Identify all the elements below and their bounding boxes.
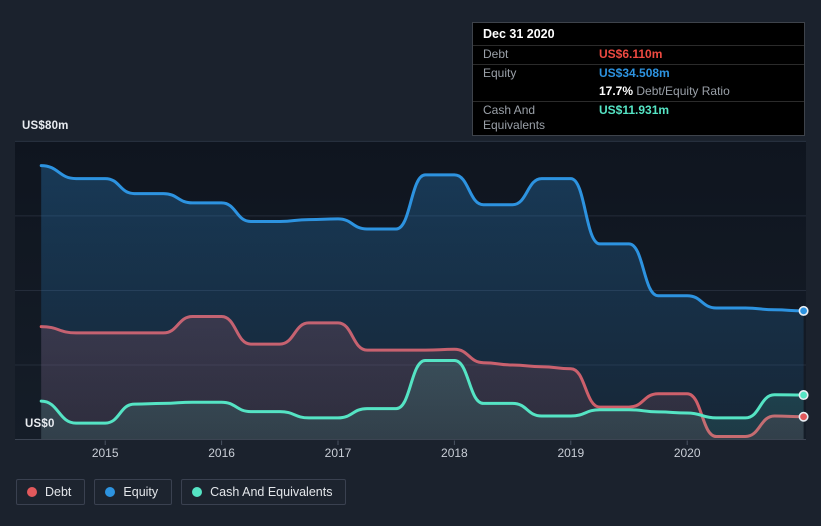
tooltip-equity-value: US$34.508m [599, 66, 670, 80]
chart-legend: Debt Equity Cash And Equivalents [16, 479, 347, 505]
tooltip-equity-label: Equity [483, 66, 517, 80]
y-axis-zero-label: US$0 [25, 418, 55, 430]
tooltip-ratio: 17.7% Debt/Equity Ratio [599, 84, 794, 99]
y-axis-top-label: US$80m [22, 120, 69, 132]
tooltip-row-equity: Equity US$34.508m [473, 65, 804, 83]
legend-item-equity[interactable]: Equity [94, 479, 173, 505]
cash-series-dot-icon [192, 487, 203, 497]
debt-series-dot-icon [27, 487, 37, 497]
tooltip-cash-label: Cash And Equivalents [483, 103, 546, 132]
debt-end-marker[interactable] [798, 411, 809, 422]
legend-item-cash[interactable]: Cash And Equivalents [181, 479, 347, 505]
tooltip-ratio-label: Debt/Equity Ratio [636, 84, 730, 98]
tooltip-row-cash: Cash And Equivalents US$11.931m [473, 102, 804, 135]
tooltip-date: Dec 31 2020 [473, 23, 804, 46]
x-axis-label-2016: 2016 [208, 446, 235, 460]
x-axis-label-2018: 2018 [441, 446, 468, 460]
x-axis-label-2020: 2020 [673, 446, 701, 460]
debt-equity-history-chart: US$80m US$0 2015 2016 2017 2018 2019 2020 Dec… [0, 0, 821, 526]
x-axis-label-2015: 2015 [91, 446, 119, 460]
x-axis-label-2017: 2017 [324, 446, 352, 460]
tooltip-row-ratio: 17.7% Debt/Equity Ratio [473, 83, 804, 102]
tooltip-debt-label: Debt [483, 47, 509, 61]
legend-item-debt[interactable]: Debt [16, 479, 86, 505]
tooltip-row-debt: Debt US$6.110m [473, 46, 804, 65]
equity-series-dot-icon [105, 487, 116, 497]
hover-tooltip: Dec 31 2020 Debt US$6.110m Equity US$34.… [472, 22, 805, 136]
legend-equity-label: Equity [123, 485, 159, 499]
legend-debt-label: Debt [45, 485, 72, 499]
cash-and-equivalents-end-marker[interactable] [798, 390, 809, 401]
tooltip-ratio-value: 17.7% [599, 84, 634, 98]
legend-cash-label: Cash And Equivalents [210, 485, 333, 499]
x-axis-label-2019: 2019 [557, 446, 585, 460]
tooltip-debt-value: US$6.110m [599, 47, 663, 61]
tooltip-cash-value: US$11.931m [599, 103, 670, 117]
equity-end-marker[interactable] [798, 305, 809, 316]
